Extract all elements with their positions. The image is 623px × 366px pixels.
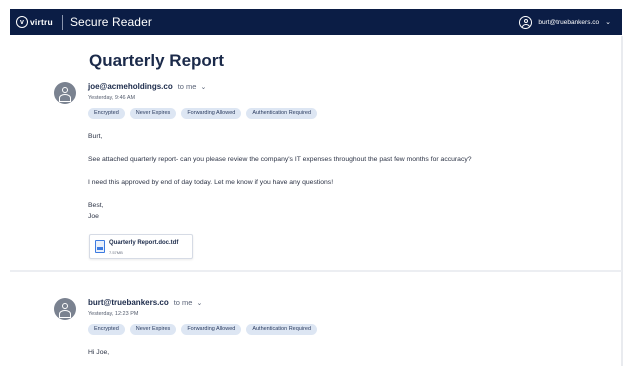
- document-file-icon: [95, 240, 105, 253]
- header-divider: [61, 14, 63, 30]
- virtru-logo-icon: v: [16, 16, 28, 28]
- message-separator: [10, 270, 622, 272]
- sender-email: joe@acmeholdings.co: [88, 82, 173, 91]
- user-circle-icon: [519, 15, 533, 29]
- badge-authentication-required: Authentication Required: [246, 324, 318, 335]
- sender-email: burt@truebankers.co: [88, 298, 169, 307]
- badge-never-expires: Never Expires: [129, 324, 177, 335]
- user-email: burt@truebankers.co: [538, 18, 600, 26]
- security-badges: Encrypted Never Expires Forwarding Allow…: [88, 324, 318, 335]
- message-signature: Joe: [88, 213, 99, 220]
- badge-encrypted: Encrypted: [88, 324, 125, 335]
- recipient-label[interactable]: to me: [174, 298, 193, 307]
- message-greeting: Burt,: [88, 133, 103, 140]
- sender-line: joe@acmeholdings.co to me ⌄: [88, 82, 206, 91]
- badge-forwarding-allowed: Forwarding Allowed: [181, 324, 242, 335]
- user-menu[interactable]: burt@truebankers.co ⌄: [519, 15, 611, 29]
- attachment-card[interactable]: Quarterly Report.doc.tdf 7.57MB: [89, 234, 193, 259]
- chevron-down-icon[interactable]: ⌄: [196, 299, 202, 307]
- top-bar: v virtru Secure Reader burt@truebankers.…: [10, 9, 622, 35]
- message-body-line: See attached quarterly report- can you p…: [88, 156, 472, 163]
- security-badges: Encrypted Never Expires Forwarding Allow…: [88, 108, 318, 119]
- attachment-name: Quarterly Report.doc.tdf: [109, 240, 179, 246]
- badge-authentication-required: Authentication Required: [246, 108, 318, 119]
- avatar: [54, 82, 76, 104]
- app-title: Secure Reader: [69, 15, 152, 29]
- badge-never-expires: Never Expires: [129, 108, 177, 119]
- message-greeting: Hi Joe,: [88, 349, 110, 356]
- badge-encrypted: Encrypted: [88, 108, 125, 119]
- email-subject: Quarterly Report: [89, 51, 225, 70]
- chevron-down-icon[interactable]: ⌄: [200, 83, 206, 91]
- recipient-label[interactable]: to me: [178, 82, 197, 91]
- attachment-size: 7.57MB: [109, 250, 123, 255]
- logo-text: virtru: [30, 17, 53, 27]
- sender-line: burt@truebankers.co to me ⌄: [88, 298, 202, 307]
- message-timestamp: Yesterday, 9:46 AM: [88, 95, 136, 101]
- chevron-down-icon[interactable]: ⌄: [605, 18, 611, 26]
- virtru-logo: v virtru: [16, 16, 53, 28]
- message-timestamp: Yesterday, 12:23 PM: [88, 311, 139, 317]
- badge-forwarding-allowed: Forwarding Allowed: [181, 108, 242, 119]
- avatar: [54, 298, 76, 320]
- message-closing: Best,: [88, 202, 104, 209]
- message-body-line: I need this approved by end of day today…: [88, 179, 334, 186]
